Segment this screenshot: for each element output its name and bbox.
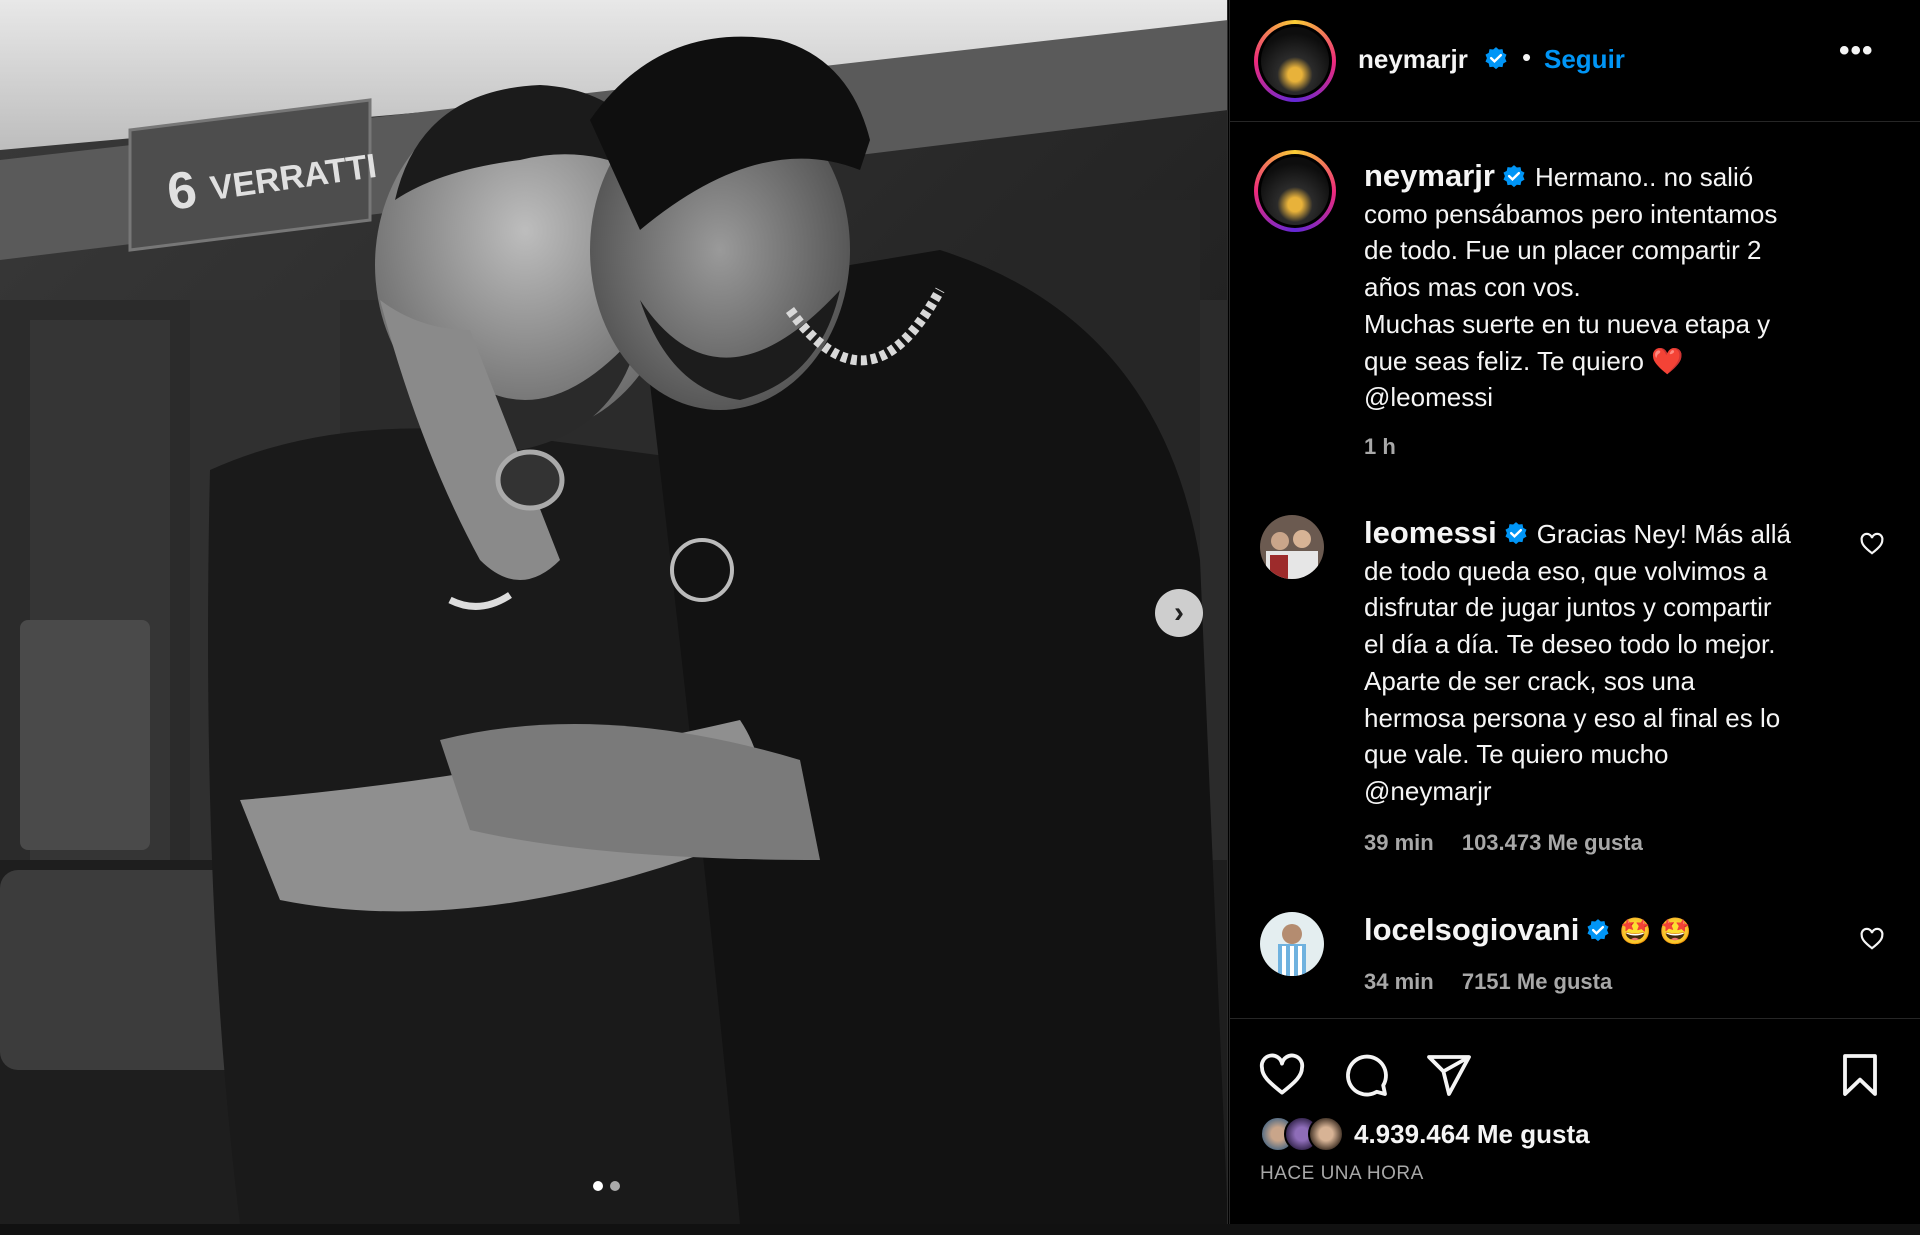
carousel-dot: [593, 1181, 603, 1191]
carousel-dot: [610, 1181, 620, 1191]
post-media[interactable]: 6 VERRATTI ›: [0, 0, 1228, 1224]
more-icon[interactable]: •••: [1839, 34, 1874, 68]
caption-avatar[interactable]: [1254, 150, 1336, 232]
comment-time: 39 min: [1364, 830, 1434, 855]
caption-time: 1 h: [1364, 434, 1396, 459]
post-panel: neymarjr • Seguir ••• neymarjr Hermano.. …: [1229, 0, 1920, 1224]
caption-username[interactable]: neymarjr: [1364, 158, 1495, 193]
comment-meta: 34 min 7151 Me gusta: [1364, 969, 1634, 995]
comment-username[interactable]: locelsogiovani: [1364, 912, 1579, 947]
caption-meta: 1 h: [1364, 434, 1418, 460]
bookmark-icon[interactable]: [1836, 1051, 1884, 1099]
avatar-image: [1260, 912, 1324, 976]
post-photo: 6 VERRATTI: [0, 0, 1227, 1224]
carousel-next-button[interactable]: ›: [1155, 589, 1203, 637]
comment-username[interactable]: leomessi: [1364, 515, 1497, 550]
chevron-right-icon: ›: [1174, 596, 1184, 629]
avatar-image: [1260, 515, 1324, 579]
verified-badge-icon: [1503, 165, 1525, 188]
likes-summary[interactable]: 4.939.464 Me gusta: [1260, 1116, 1590, 1152]
comment-time: 34 min: [1364, 969, 1434, 994]
comment-text: 🤩 🤩: [1619, 916, 1692, 946]
comment-meta: 39 min 103.473 Me gusta: [1364, 830, 1665, 856]
verified-badge-icon: [1587, 919, 1609, 942]
carousel-indicator: [593, 1181, 620, 1191]
author-username[interactable]: neymarjr: [1358, 44, 1468, 75]
liker-avatar: [1308, 1116, 1344, 1152]
author-avatar[interactable]: [1254, 20, 1336, 102]
comment-likes[interactable]: 103.473 Me gusta: [1462, 830, 1643, 855]
heart-icon[interactable]: [1859, 531, 1885, 557]
follow-button[interactable]: Seguir: [1544, 44, 1625, 75]
comment-text: Gracias Ney! Más allá de todo queda eso,…: [1364, 519, 1792, 806]
verified-badge-icon: [1485, 47, 1507, 70]
comment-avatar[interactable]: [1260, 515, 1324, 579]
heart-icon[interactable]: [1258, 1051, 1306, 1099]
header-separator: •: [1522, 42, 1532, 72]
share-icon[interactable]: [1425, 1051, 1473, 1099]
heart-icon[interactable]: [1859, 926, 1885, 952]
verified-badge-icon: [1505, 522, 1527, 545]
caption-text: Hermano.. no salió como pensábamos pero …: [1364, 162, 1778, 413]
comment-avatar[interactable]: [1260, 912, 1324, 976]
post-header: neymarjr • Seguir •••: [1230, 0, 1920, 122]
comment-icon[interactable]: [1342, 1051, 1390, 1099]
comment-likes[interactable]: 7151 Me gusta: [1462, 969, 1612, 994]
window-bottom-edge: [0, 1224, 1920, 1235]
post-timestamp: HACE UNA HORA: [1260, 1163, 1424, 1184]
likes-count[interactable]: 4.939.464 Me gusta: [1354, 1119, 1590, 1150]
